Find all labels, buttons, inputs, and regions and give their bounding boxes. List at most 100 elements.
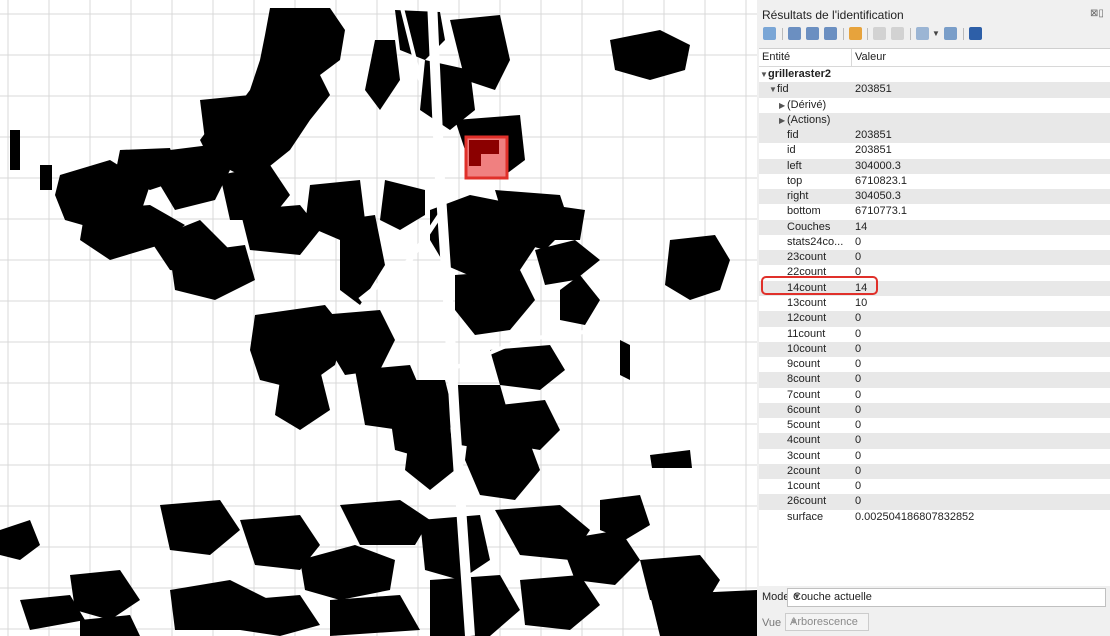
feature-key: fid: [777, 83, 789, 96]
column-value[interactable]: Valeur: [855, 51, 886, 63]
actions-row[interactable]: ▶ (Actions): [759, 112, 1110, 129]
chevron-down-icon: ▼: [790, 617, 798, 626]
attribute-row[interactable]: 2count 0: [759, 463, 1110, 480]
attribute-row[interactable]: 5count 0: [759, 418, 1110, 433]
attribute-row[interactable]: 26count 0: [759, 494, 1110, 510]
attribute-key: 10count: [787, 342, 827, 355]
raster-map[interactable]: [0, 0, 757, 636]
attribute-list: fid 203851 id 203851 left 304000.3 top 6710823.…: [759, 128, 1110, 525]
expanded-arrow-icon[interactable]: ▼: [769, 82, 777, 97]
attribute-value: 0: [855, 251, 862, 264]
select-icon[interactable]: [916, 27, 929, 40]
results-tree[interactable]: Entité Valeur ▼grilleraster2 ▼fid 203851…: [759, 48, 1110, 586]
derived-row[interactable]: ▶ (Dérivé): [759, 98, 1110, 113]
attribute-key: bottom: [787, 205, 821, 218]
highlight-icon[interactable]: [849, 27, 862, 40]
attribute-row[interactable]: surface 0.002504186807832852: [759, 510, 1110, 525]
feature-value: 203851: [855, 83, 892, 96]
attribute-value: 14: [855, 220, 868, 233]
attribute-row[interactable]: 7count 0: [759, 388, 1110, 403]
collapse-all-icon[interactable]: [788, 27, 801, 40]
attribute-value: 304000.3: [855, 159, 901, 172]
map-canvas[interactable]: [0, 0, 758, 636]
attribute-key: 13count: [787, 296, 827, 309]
attribute-value: 0: [855, 434, 862, 447]
attribute-row[interactable]: right 304050.3: [759, 189, 1110, 205]
attribute-value: 0: [855, 266, 862, 279]
layer-name: grilleraster2: [768, 68, 831, 80]
attribute-row[interactable]: 6count 0: [759, 402, 1110, 419]
mode-label: Mode: [762, 591, 790, 603]
attribute-key: Couches: [787, 220, 831, 233]
attribute-row[interactable]: 14count 14: [759, 280, 1110, 296]
column-entity[interactable]: Entité: [762, 51, 790, 63]
view-select[interactable]: Arborescence ▼: [785, 613, 869, 631]
attribute-row[interactable]: 11count 0: [759, 327, 1110, 342]
attribute-key: 12count: [787, 312, 827, 325]
expand-new-icon[interactable]: [806, 27, 819, 40]
dropdown-arrow-icon[interactable]: ▼: [932, 27, 940, 40]
attribute-key: 14count: [787, 281, 827, 294]
tree-header: Entité Valeur: [759, 49, 1110, 67]
attribute-key: 22count: [787, 266, 827, 279]
print-icon[interactable]: [891, 27, 904, 40]
attribute-row[interactable]: top 6710823.1: [759, 174, 1110, 189]
attribute-row[interactable]: bottom 6710773.1: [759, 204, 1110, 219]
feature-row[interactable]: ▼fid 203851: [759, 82, 1110, 98]
attribute-key: surface: [787, 510, 824, 523]
attribute-key: top: [787, 174, 803, 187]
attribute-key: 5count: [787, 419, 821, 432]
attribute-key: right: [787, 190, 809, 203]
attribute-value: 6710773.1: [855, 205, 907, 218]
attribute-key: left: [787, 159, 802, 172]
help-icon[interactable]: [969, 27, 982, 40]
attribute-value: 0: [855, 464, 862, 477]
attribute-key: 3count: [787, 449, 821, 462]
attribute-row[interactable]: 22count 0: [759, 265, 1110, 280]
attribute-key: 4count: [787, 434, 821, 447]
actions-label: (Actions): [787, 113, 831, 126]
mode-select[interactable]: Couche actuelle ▼: [787, 588, 1106, 607]
attribute-row[interactable]: left 304000.3: [759, 158, 1110, 174]
copy-icon[interactable]: [873, 27, 886, 40]
attribute-value: 203851: [855, 129, 892, 142]
panel-float-close-icon[interactable]: ⊠▯: [1090, 8, 1108, 20]
attribute-key: fid: [787, 129, 799, 142]
attribute-row[interactable]: 23count 0: [759, 250, 1110, 266]
attribute-value: 203851: [855, 144, 892, 157]
attribute-value: 0: [855, 235, 862, 248]
attribute-row[interactable]: 10count 0: [759, 341, 1110, 358]
attribute-key: 11count: [787, 327, 826, 340]
panel-title: Résultats de l'identification: [762, 8, 904, 22]
layer-row[interactable]: ▼grilleraster2: [759, 67, 1110, 82]
attribute-row[interactable]: fid 203851: [759, 128, 1110, 144]
attribute-row[interactable]: 12count 0: [759, 311, 1110, 327]
attribute-row[interactable]: 1count 0: [759, 479, 1110, 494]
attribute-value: 10: [855, 296, 868, 309]
attribute-key: 8count: [787, 373, 821, 386]
attribute-key: 9count: [787, 358, 821, 371]
attribute-row[interactable]: 9count 0: [759, 357, 1110, 372]
collapsed-arrow-icon[interactable]: ▶: [779, 98, 787, 113]
expand-all-icon[interactable]: [763, 27, 776, 40]
attribute-value: 14: [855, 281, 868, 294]
attribute-row[interactable]: 3count 0: [759, 449, 1110, 464]
attribute-key: id: [787, 144, 796, 157]
attribute-row[interactable]: 13count 10: [759, 296, 1110, 311]
expanded-arrow-icon[interactable]: ▼: [760, 67, 768, 82]
collapsed-arrow-icon[interactable]: ▶: [779, 113, 787, 128]
raster-cells: [0, 8, 757, 636]
derived-label: (Dérivé): [787, 98, 827, 111]
attribute-row[interactable]: 4count 0: [759, 433, 1110, 449]
attribute-row[interactable]: stats24co... 0: [759, 235, 1110, 250]
attribute-row[interactable]: id 203851: [759, 143, 1110, 158]
attribute-value: 0: [855, 480, 862, 493]
attribute-row[interactable]: Couches 14: [759, 219, 1110, 235]
attribute-value: 0: [855, 373, 862, 386]
selected-cell-dark: [469, 154, 481, 166]
collapse-new-icon[interactable]: [824, 27, 837, 40]
settings-icon[interactable]: [944, 27, 957, 40]
attribute-row[interactable]: 8count 0: [759, 372, 1110, 388]
attribute-value: 0: [855, 327, 862, 340]
attribute-value: 0: [855, 403, 862, 416]
